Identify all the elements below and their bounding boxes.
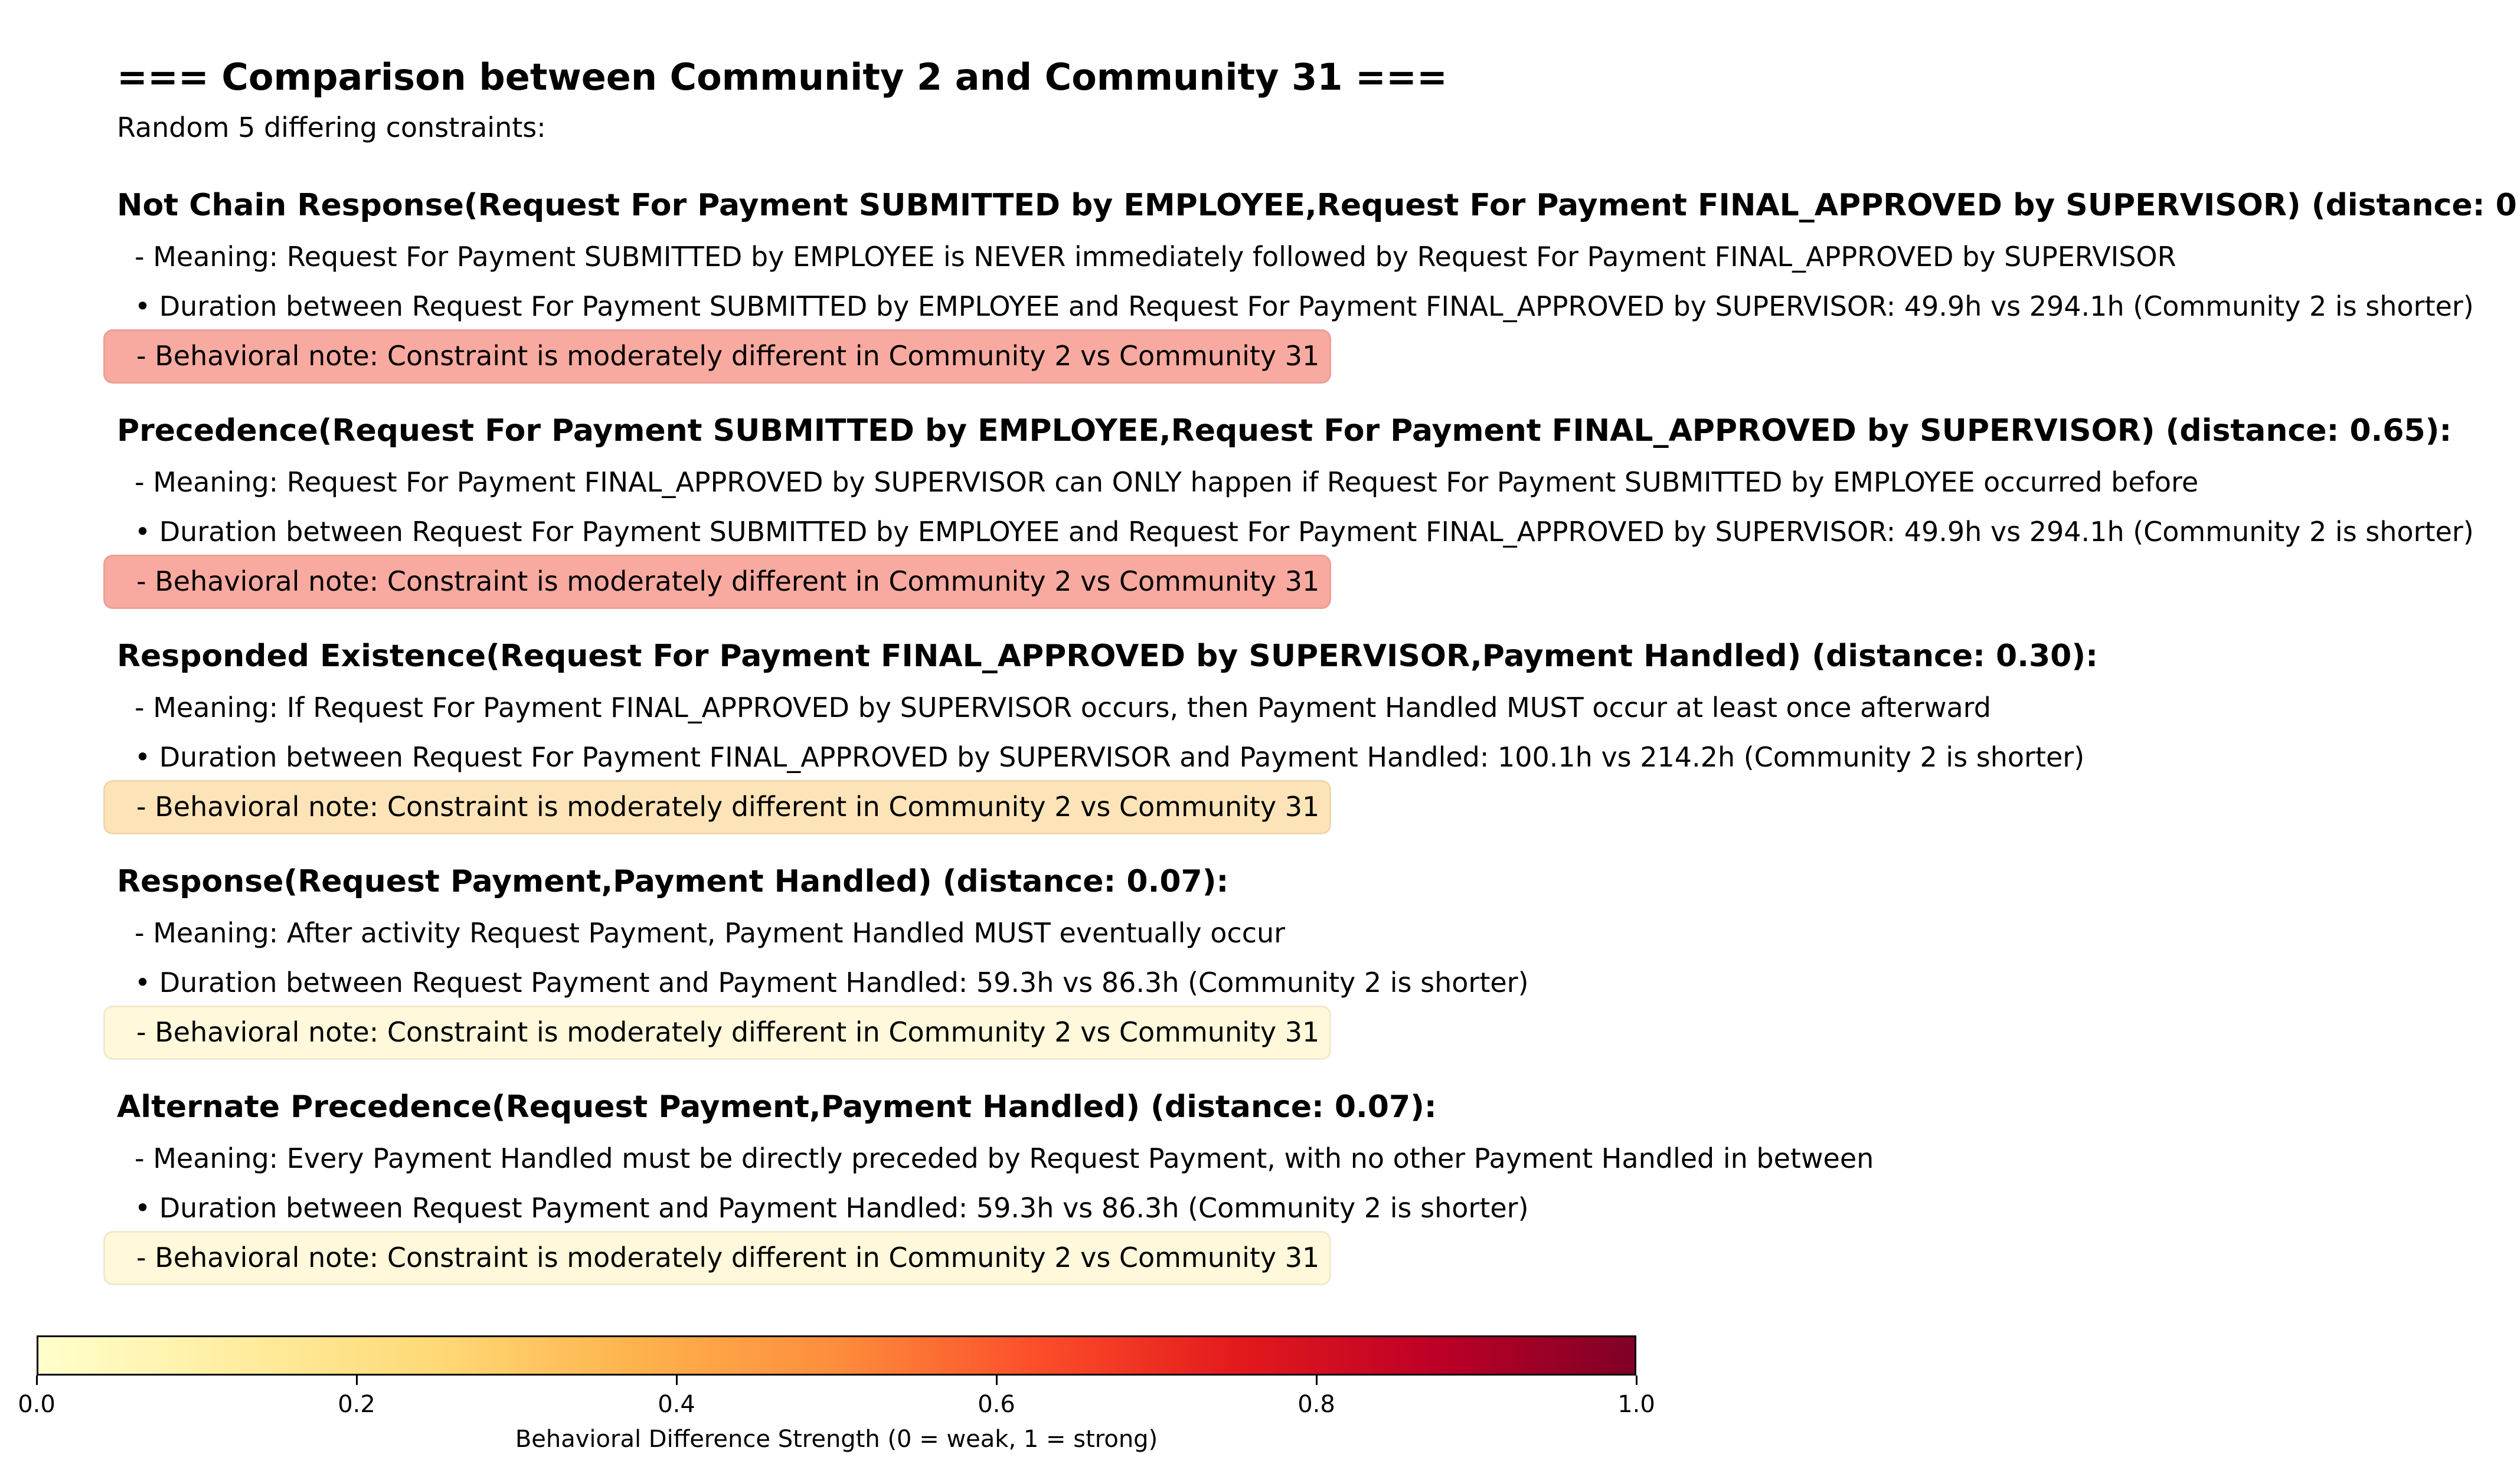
colorbar-tick-label: 0.2 [338, 1391, 375, 1418]
behavioral-note-box: - Behavioral note: Constraint is moderat… [103, 1006, 1331, 1060]
page-subtitle: Random 5 differing constraints: [117, 112, 546, 143]
colorbar-tick [1315, 1376, 1318, 1385]
behavioral-note: - Behavioral note: Constraint is moderat… [136, 1242, 1320, 1273]
constraint-meaning: - Meaning: Request For Payment SUBMITTED… [135, 241, 2176, 273]
constraint-title: Alternate Precedence(Request Payment,Pay… [117, 1089, 1437, 1125]
colorbar-tick-label: 0.0 [18, 1391, 55, 1418]
behavioral-note: - Behavioral note: Constraint is moderat… [136, 1016, 1320, 1048]
constraint-duration: • Duration between Request For Payment S… [135, 516, 2474, 548]
behavioral-note: - Behavioral note: Constraint is moderat… [136, 340, 1320, 372]
colorbar-label: Behavioral Difference Strength (0 = weak… [515, 1426, 1158, 1453]
colorbar-tick [1635, 1376, 1637, 1385]
constraint-title: Response(Request Payment,Payment Handled… [117, 864, 1229, 899]
page-title: === Comparison between Community 2 and C… [117, 55, 1447, 99]
behavioral-note: - Behavioral note: Constraint is moderat… [136, 565, 1320, 597]
colorbar [37, 1335, 1636, 1376]
constraint-meaning: - Meaning: Every Payment Handled must be… [135, 1142, 1874, 1174]
figure-canvas: === Comparison between Community 2 and C… [0, 0, 2520, 1467]
behavioral-note-box: - Behavioral note: Constraint is moderat… [103, 555, 1331, 609]
colorbar-tick [35, 1376, 38, 1385]
constraint-meaning: - Meaning: Request For Payment FINAL_APP… [135, 466, 2199, 498]
colorbar-tick-label: 0.6 [978, 1391, 1015, 1418]
constraint-duration: • Duration between Request For Payment S… [135, 290, 2474, 322]
constraint-meaning: - Meaning: After activity Request Paymen… [135, 917, 1286, 949]
colorbar-tick-label: 1.0 [1617, 1391, 1655, 1418]
constraint-duration: • Duration between Request For Payment F… [135, 741, 2085, 773]
behavioral-note-box: - Behavioral note: Constraint is moderat… [103, 1231, 1331, 1285]
constraint-title: Responded Existence(Request For Payment … [117, 638, 2098, 674]
colorbar-tick-label: 0.4 [658, 1391, 695, 1418]
colorbar-tick-label: 0.8 [1297, 1391, 1335, 1418]
colorbar-tick [675, 1376, 678, 1385]
behavioral-note-box: - Behavioral note: Constraint is moderat… [103, 329, 1331, 384]
behavioral-note: - Behavioral note: Constraint is moderat… [136, 791, 1320, 823]
behavioral-note-box: - Behavioral note: Constraint is moderat… [103, 780, 1331, 834]
constraint-title: Precedence(Request For Payment SUBMITTED… [117, 413, 2452, 448]
constraint-meaning: - Meaning: If Request For Payment FINAL_… [135, 692, 1991, 723]
colorbar-tick [995, 1376, 998, 1385]
constraint-title: Not Chain Response(Request For Payment S… [117, 188, 2520, 223]
constraint-duration: • Duration between Request Payment and P… [135, 967, 1529, 998]
constraint-duration: • Duration between Request Payment and P… [135, 1192, 1529, 1224]
colorbar-tick [355, 1376, 358, 1385]
